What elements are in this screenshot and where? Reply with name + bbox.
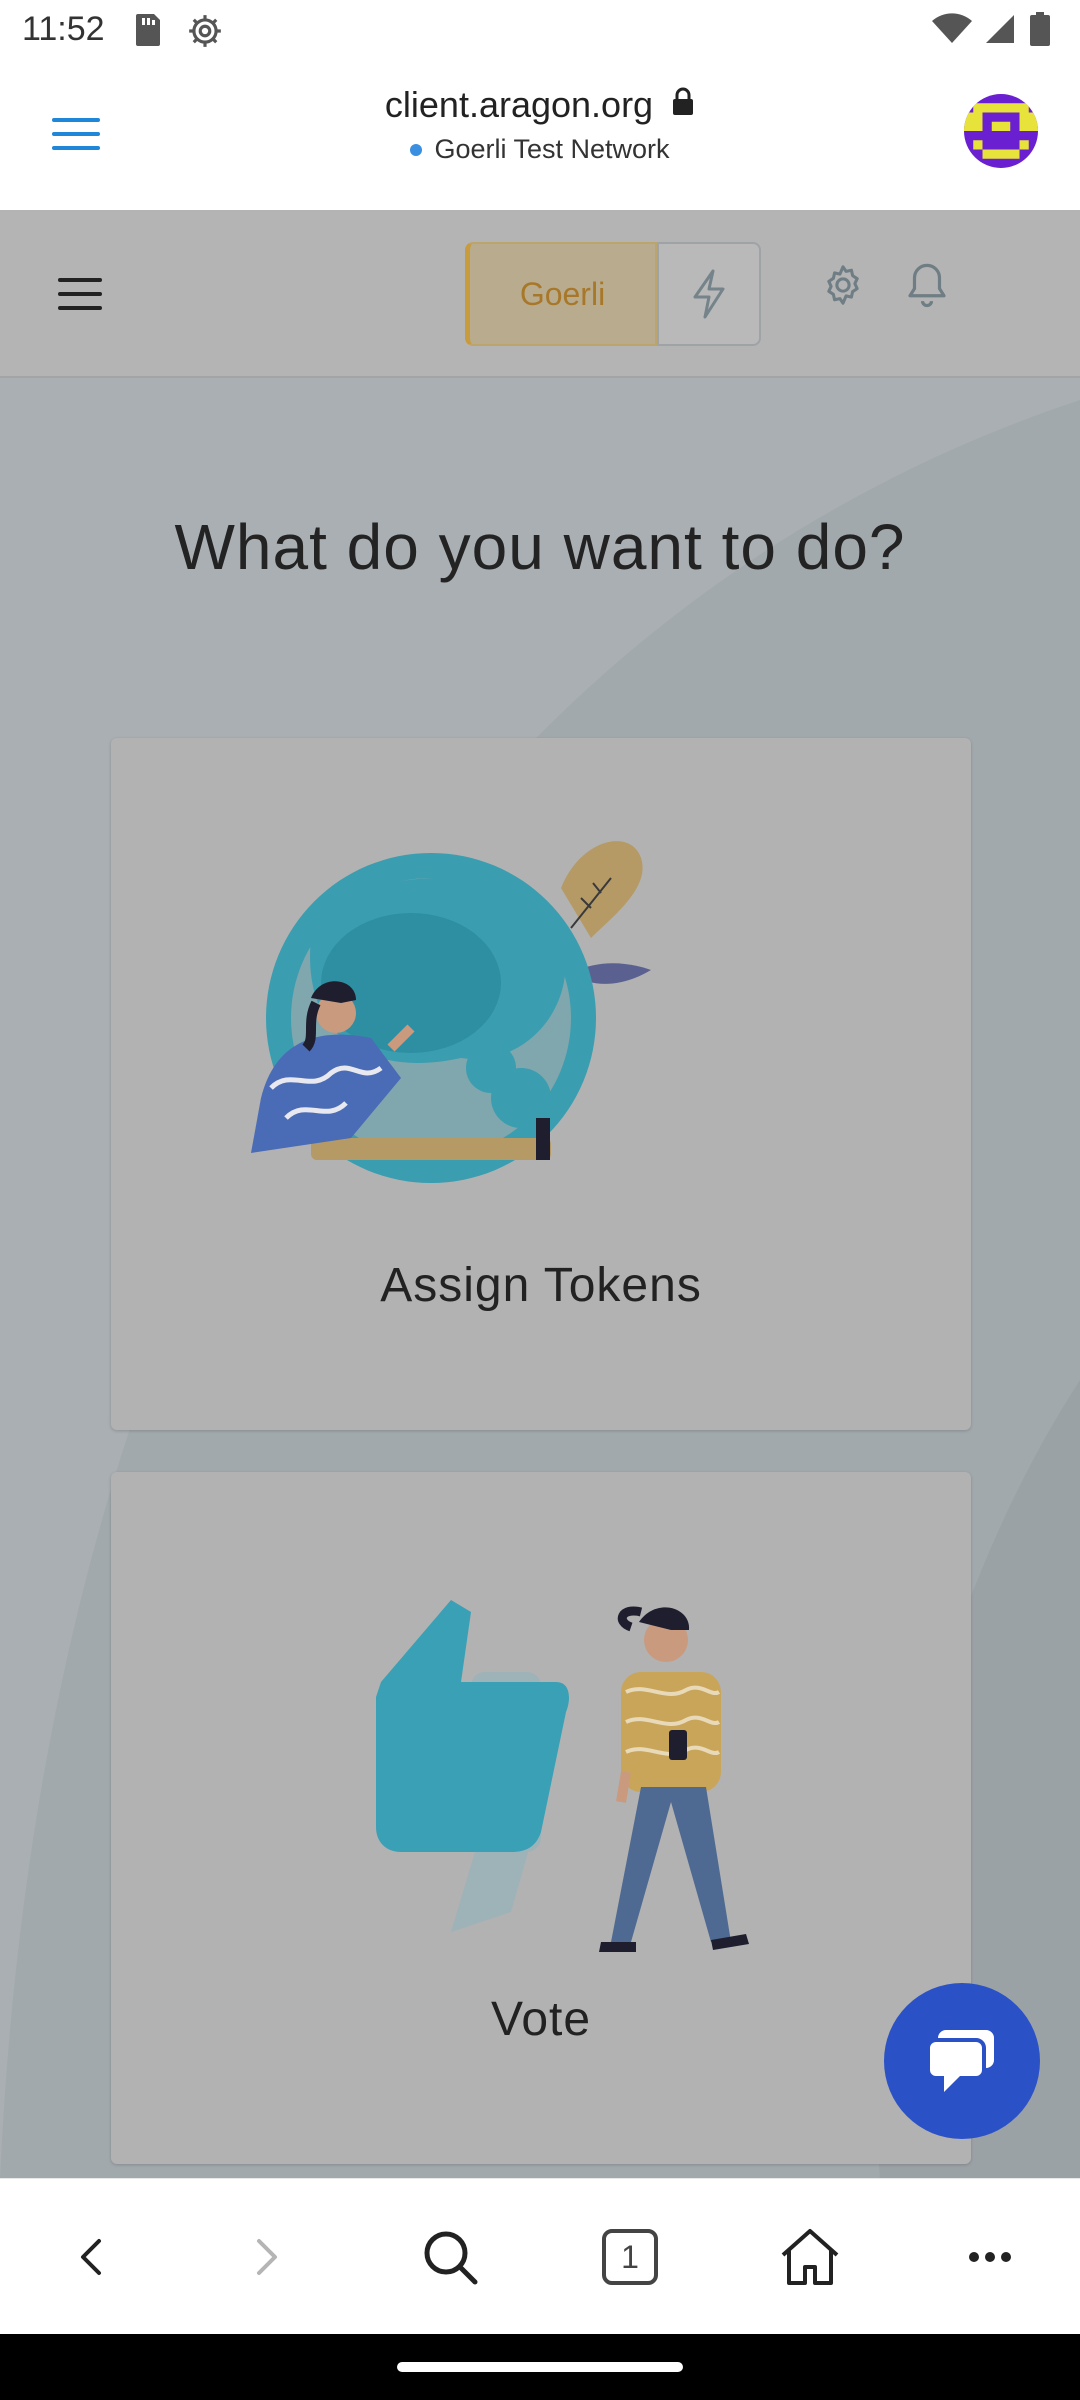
network-label: Goerli Test Network (434, 134, 670, 164)
app-content: Goerli What do you want to do? Assign To… (0, 210, 1080, 2178)
identicon-icon (964, 94, 1038, 168)
assign-tokens-illustration (251, 841, 651, 1183)
sd-card-icon (132, 12, 162, 53)
gesture-bar (0, 2334, 1080, 2400)
tab-count: 1 (602, 2229, 658, 2285)
chat-bubbles-icon (926, 2030, 994, 2092)
notifications-button[interactable] (905, 260, 951, 310)
more-icon (969, 2252, 1011, 2262)
vote-card[interactable]: Vote (111, 1472, 971, 2164)
bolt-icon (693, 269, 725, 319)
lock-icon (671, 84, 695, 126)
assign-tokens-card[interactable]: Assign Tokens (111, 738, 971, 1430)
search-button[interactable] (418, 2225, 482, 2289)
home-icon (781, 2229, 839, 2285)
browser-bottom-nav: 1 (0, 2178, 1080, 2335)
status-time: 11:52 (22, 10, 105, 48)
cell-signal-icon (986, 13, 1016, 50)
assign-tokens-label: Assign Tokens (380, 1259, 702, 1312)
app-header: Goerli (0, 210, 1080, 378)
vote-label: Vote (490, 1993, 592, 2046)
home-button[interactable] (778, 2225, 842, 2289)
chat-button[interactable] (884, 1983, 1040, 2139)
more-button[interactable] (958, 2225, 1022, 2289)
network-button[interactable]: Goerli (465, 242, 657, 346)
vote-illustration (376, 1600, 749, 1952)
bell-icon (908, 263, 946, 308)
back-icon (81, 2239, 101, 2275)
settings-button[interactable] (820, 262, 866, 308)
network-switcher: Goerli (465, 242, 761, 346)
browser-toolbar: client.aragon.org Goerli Test Network (0, 64, 1080, 212)
hamburger-icon (58, 278, 102, 310)
forward-icon (257, 2239, 277, 2275)
status-bar: 11:52 (0, 0, 1080, 64)
settings-gear-icon (186, 12, 224, 55)
url-text: client.aragon.org (384, 84, 654, 125)
address-bar[interactable]: client.aragon.org Goerli Test Network (0, 84, 1080, 165)
app-menu-button[interactable] (58, 276, 110, 316)
search-icon (424, 2231, 478, 2285)
account-avatar[interactable] (964, 94, 1038, 168)
activity-button[interactable] (657, 242, 761, 346)
tabs-button[interactable]: 1 (598, 2225, 662, 2289)
gesture-handle[interactable] (397, 2362, 683, 2372)
back-button[interactable] (58, 2225, 122, 2289)
forward-button[interactable] (236, 2225, 300, 2289)
battery-icon (1030, 12, 1050, 51)
network-status-dot (410, 143, 423, 156)
wifi-icon (932, 13, 972, 50)
page-title: What do you want to do? (174, 511, 906, 583)
gear-icon (827, 265, 859, 305)
